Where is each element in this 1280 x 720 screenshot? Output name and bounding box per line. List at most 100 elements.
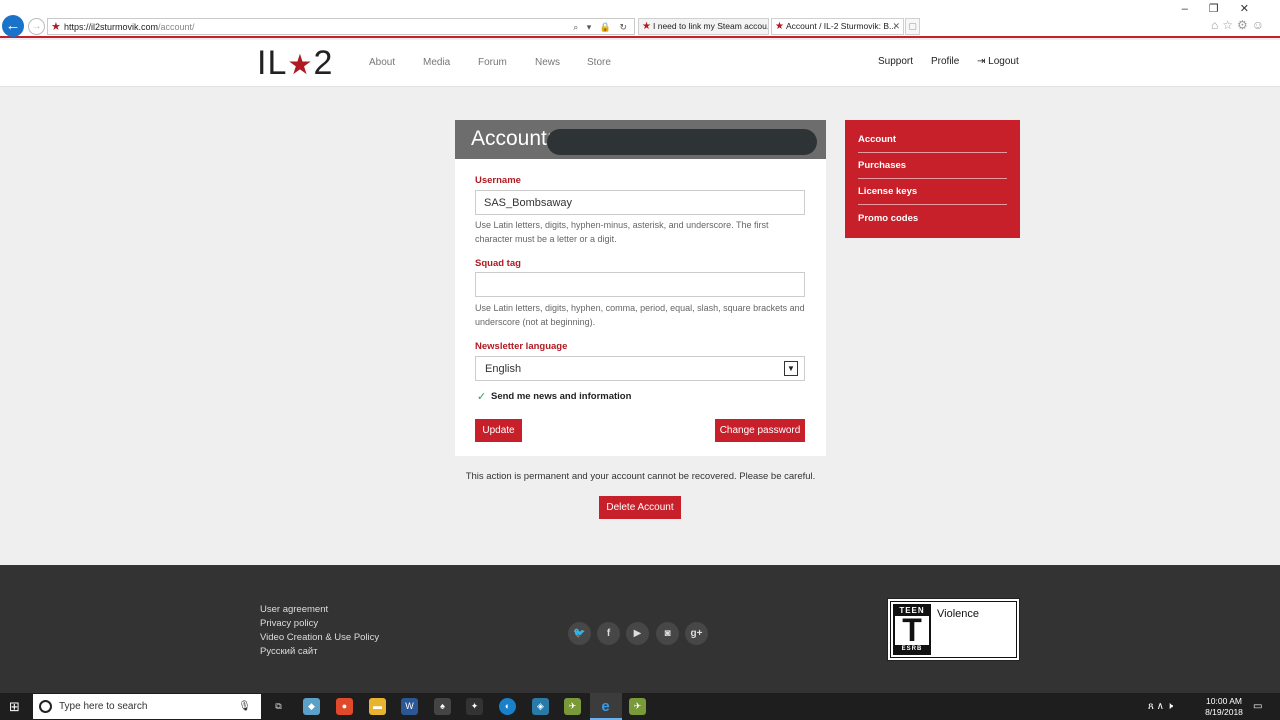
logout-link[interactable]: ⇥ Logout [977,56,1019,68]
tab-title: Account / IL-2 Sturmovik: B... [786,21,897,31]
sidebar-divider [858,152,1007,153]
nav-media[interactable]: Media [423,57,450,69]
checkmark-icon[interactable]: ✓ [477,391,486,403]
esrb-badge-bottom: ESRB [895,645,929,653]
squad-tag-label: Squad tag [475,258,521,269]
account-form-panel: Account: Username Use Latin letters, dig… [455,120,826,456]
footer-link-video-policy[interactable]: Video Creation & Use Policy [260,632,379,644]
taskbar-app-icon[interactable]: ✈ [564,698,581,715]
delete-warning-text: This action is permanent and your accoun… [465,471,816,482]
taskbar-active-app[interactable]: e [590,693,622,720]
sidebar-item-license-keys[interactable]: License keys [858,186,1007,198]
account-title: Account: [471,127,553,150]
internet-explorer-icon: e [601,698,610,715]
logout-label: Logout [988,56,1019,67]
esrb-badge-icon: TEEN T ESRB [893,604,931,655]
close-tab-icon[interactable]: ✕ [892,19,900,34]
nav-store[interactable]: Store [587,57,611,69]
footer-link-user-agreement[interactable]: User agreement [260,604,328,616]
browser-toolbar-icons[interactable]: ⌂☆⚙☺ [1211,18,1268,32]
account-header: Account: [455,120,826,159]
browser-tab-steam[interactable]: ★ I need to link my Steam accou... [638,18,769,35]
forward-arrow-icon[interactable]: → [28,18,45,35]
window-controls-icon[interactable]: –❐✕ [1182,2,1270,15]
taskbar-app-icon[interactable]: ✈ [629,698,646,715]
footer-link-russian-site[interactable]: Русский сайт [260,646,318,658]
delete-account-button[interactable]: Delete Account [599,496,681,519]
tab-favicon-icon: ★ [642,21,651,32]
sidebar-divider [858,178,1007,179]
url-host: https://il2sturmovik.com [64,22,159,32]
username-help: Use Latin letters, digits, hyphen-minus,… [475,220,769,244]
notification-icon[interactable]: ▭ [1253,693,1262,720]
twitter-icon[interactable]: 🐦 [568,622,591,645]
microphone-icon[interactable]: 🎙 [238,694,251,719]
browser-toolbar: ← → ★ https://il2sturmovik.com/account/ … [0,0,1280,38]
back-arrow-icon[interactable]: ← [2,15,24,37]
site-favicon-icon: ★ [51,21,61,33]
sidebar-divider [858,204,1007,205]
url-path: /account/ [158,22,195,32]
tab-favicon-icon: ★ [775,21,784,32]
browser-tab-account[interactable]: ★ Account / IL-2 Sturmovik: B... ✕ [771,18,904,35]
newsletter-language-value: English [485,363,522,375]
redacted-account-name [547,129,817,155]
nav-support[interactable]: Support [878,56,913,68]
site-header: IL★2 About Media Forum News Store Suppor… [0,40,1280,87]
taskbar-app-icon[interactable]: ◈ [532,698,549,715]
newsletter-language-select[interactable]: English ▼ [475,356,805,381]
new-tab-button[interactable]: ▢ [905,18,920,35]
esrb-rating-frame: TEEN T ESRB Violence [890,601,1017,658]
logo-text-right: 2 [313,44,334,82]
logo-text-left: IL [257,44,288,82]
site-footer: User agreement Privacy policy Video Crea… [0,565,1280,693]
footer-link-privacy-policy[interactable]: Privacy policy [260,618,318,630]
logo-star-icon: ★ [287,49,314,80]
logout-icon: ⇥ [977,56,986,67]
youtube-icon[interactable]: ▶ [626,622,649,645]
system-tray-icons[interactable]: ጸ ∧ 🕨 [1148,693,1173,720]
taskbar-app-icon[interactable]: ✦ [466,698,483,715]
cortana-circle-icon [39,700,52,713]
taskbar-app-icon[interactable]: ● [336,698,353,715]
word-icon[interactable]: W [401,698,418,715]
file-explorer-icon[interactable]: ▬ [369,698,386,715]
url-text[interactable]: https://il2sturmovik.com/account/ [64,19,195,35]
clock-time: 10:00 AM [1206,696,1242,706]
instagram-icon[interactable]: ◙ [656,622,679,645]
sidebar-item-promo-codes[interactable]: Promo codes [858,213,1007,225]
address-bar-actions-icon[interactable]: ⌕ ▾ 🔒 ↻ [573,19,630,35]
site-logo[interactable]: IL★2 [257,45,333,83]
address-bar[interactable]: ★ https://il2sturmovik.com/account/ ⌕ ▾ … [47,18,635,35]
newsletter-checkbox-label[interactable]: Send me news and information [491,391,631,403]
change-password-button[interactable]: Change password [715,419,805,442]
clock-date: 8/19/2018 [1205,707,1243,717]
chevron-down-icon[interactable]: ▼ [784,361,798,376]
solitaire-icon[interactable]: ♠ [434,698,451,715]
squad-tag-input[interactable] [475,272,805,297]
taskbar-search-box[interactable]: Type here to search 🎙 [33,694,261,719]
windows-start-icon[interactable]: ⊞ [9,700,22,713]
username-label: Username [475,175,521,186]
nav-forum[interactable]: Forum [478,57,507,69]
task-view-icon[interactable]: ⧉ [270,698,287,715]
taskbar-app-icon[interactable]: ◐ [499,698,516,715]
tab-title: I need to link my Steam accou... [653,21,769,31]
taskbar-app-icon[interactable]: ◆ [303,698,320,715]
nav-about[interactable]: About [369,57,395,69]
username-input[interactable] [475,190,805,215]
nav-profile[interactable]: Profile [931,56,959,68]
squad-tag-help: Use Latin letters, digits, hyphen, comma… [475,303,805,327]
windows-taskbar: ⊞ Type here to search 🎙 ⧉ ◆ ● ▬ W ♠ ✦ ◐ … [0,693,1280,720]
account-sidebar: Account Purchases License keys Promo cod… [845,120,1020,238]
esrb-rating: TEEN T ESRB Violence [887,598,1020,661]
update-button[interactable]: Update [475,419,522,442]
google-plus-icon[interactable]: g+ [685,622,708,645]
esrb-descriptor: Violence [937,608,979,620]
taskbar-clock[interactable]: 10:00 AM 8/19/2018 [1200,696,1248,718]
sidebar-item-account[interactable]: Account [858,134,1007,146]
sidebar-item-purchases[interactable]: Purchases [858,160,1007,172]
facebook-icon[interactable]: f [597,622,620,645]
newsletter-language-label: Newsletter language [475,341,568,352]
nav-news[interactable]: News [535,57,560,69]
